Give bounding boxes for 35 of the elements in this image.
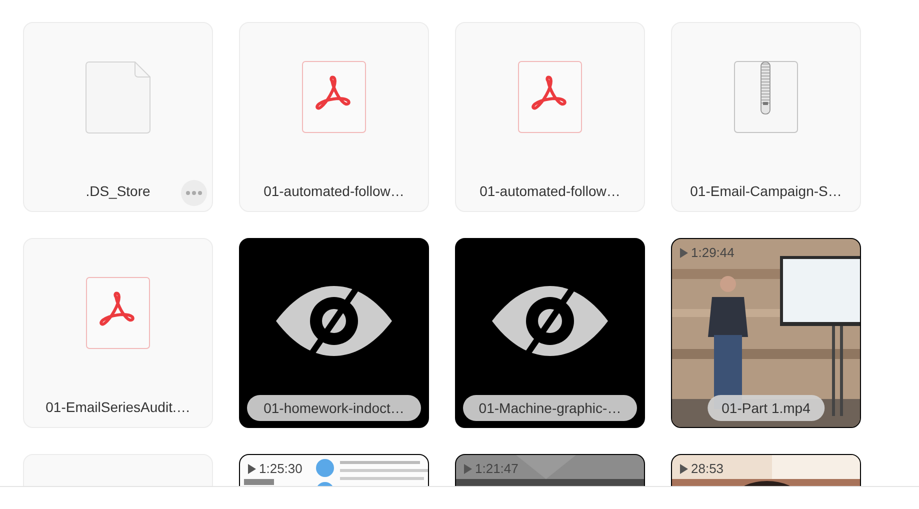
eye-slash-icon	[492, 285, 608, 357]
video-card[interactable]: 1:25:30	[239, 454, 429, 486]
play-icon	[680, 248, 688, 258]
file-card[interactable]: 01-homework-indoct…	[239, 238, 429, 428]
file-card[interactable]: 01-Email-Campaign-S…	[671, 22, 861, 212]
play-icon	[248, 464, 256, 474]
more-icon	[186, 191, 202, 195]
file-name: 01-automated-follow…	[264, 182, 404, 201]
zip-icon	[734, 61, 798, 133]
file-card[interactable]: 01-EmailSeriesAudit.…	[23, 238, 213, 428]
file-card[interactable]: 01-automated-follow…	[455, 22, 645, 212]
video-card[interactable]: 1:29:44 01-Part 1.mp4	[671, 238, 861, 428]
video-card[interactable]: 28:53	[671, 454, 861, 486]
more-button[interactable]	[181, 180, 207, 206]
video-duration: 1:29:44	[691, 245, 734, 260]
video-duration: 1:25:30	[259, 461, 302, 476]
file-card[interactable]: .DS_Store	[23, 22, 213, 212]
file-name: .DS_Store	[86, 182, 150, 201]
file-name: 01-Email-Campaign-S…	[690, 182, 842, 201]
play-icon	[680, 464, 688, 474]
file-name: 01-Part 1.mp4	[708, 395, 824, 421]
play-icon	[464, 464, 472, 474]
video-duration: 1:21:47	[475, 461, 518, 476]
pdf-icon	[302, 61, 366, 133]
file-name: 01-Machine-graphic-…	[463, 395, 637, 421]
video-duration: 28:53	[691, 461, 724, 476]
file-name: 01-EmailSeriesAudit.…	[46, 398, 190, 417]
pdf-icon	[518, 61, 582, 133]
file-icon	[85, 61, 151, 134]
file-name: 01-automated-follow…	[480, 182, 620, 201]
file-name: 01-homework-indoct…	[247, 395, 421, 421]
pdf-icon	[86, 277, 150, 349]
file-card[interactable]: 01-Machine-graphic-…	[455, 238, 645, 428]
file-card[interactable]: 01-automated-follow…	[239, 22, 429, 212]
eye-slash-icon	[276, 285, 392, 357]
